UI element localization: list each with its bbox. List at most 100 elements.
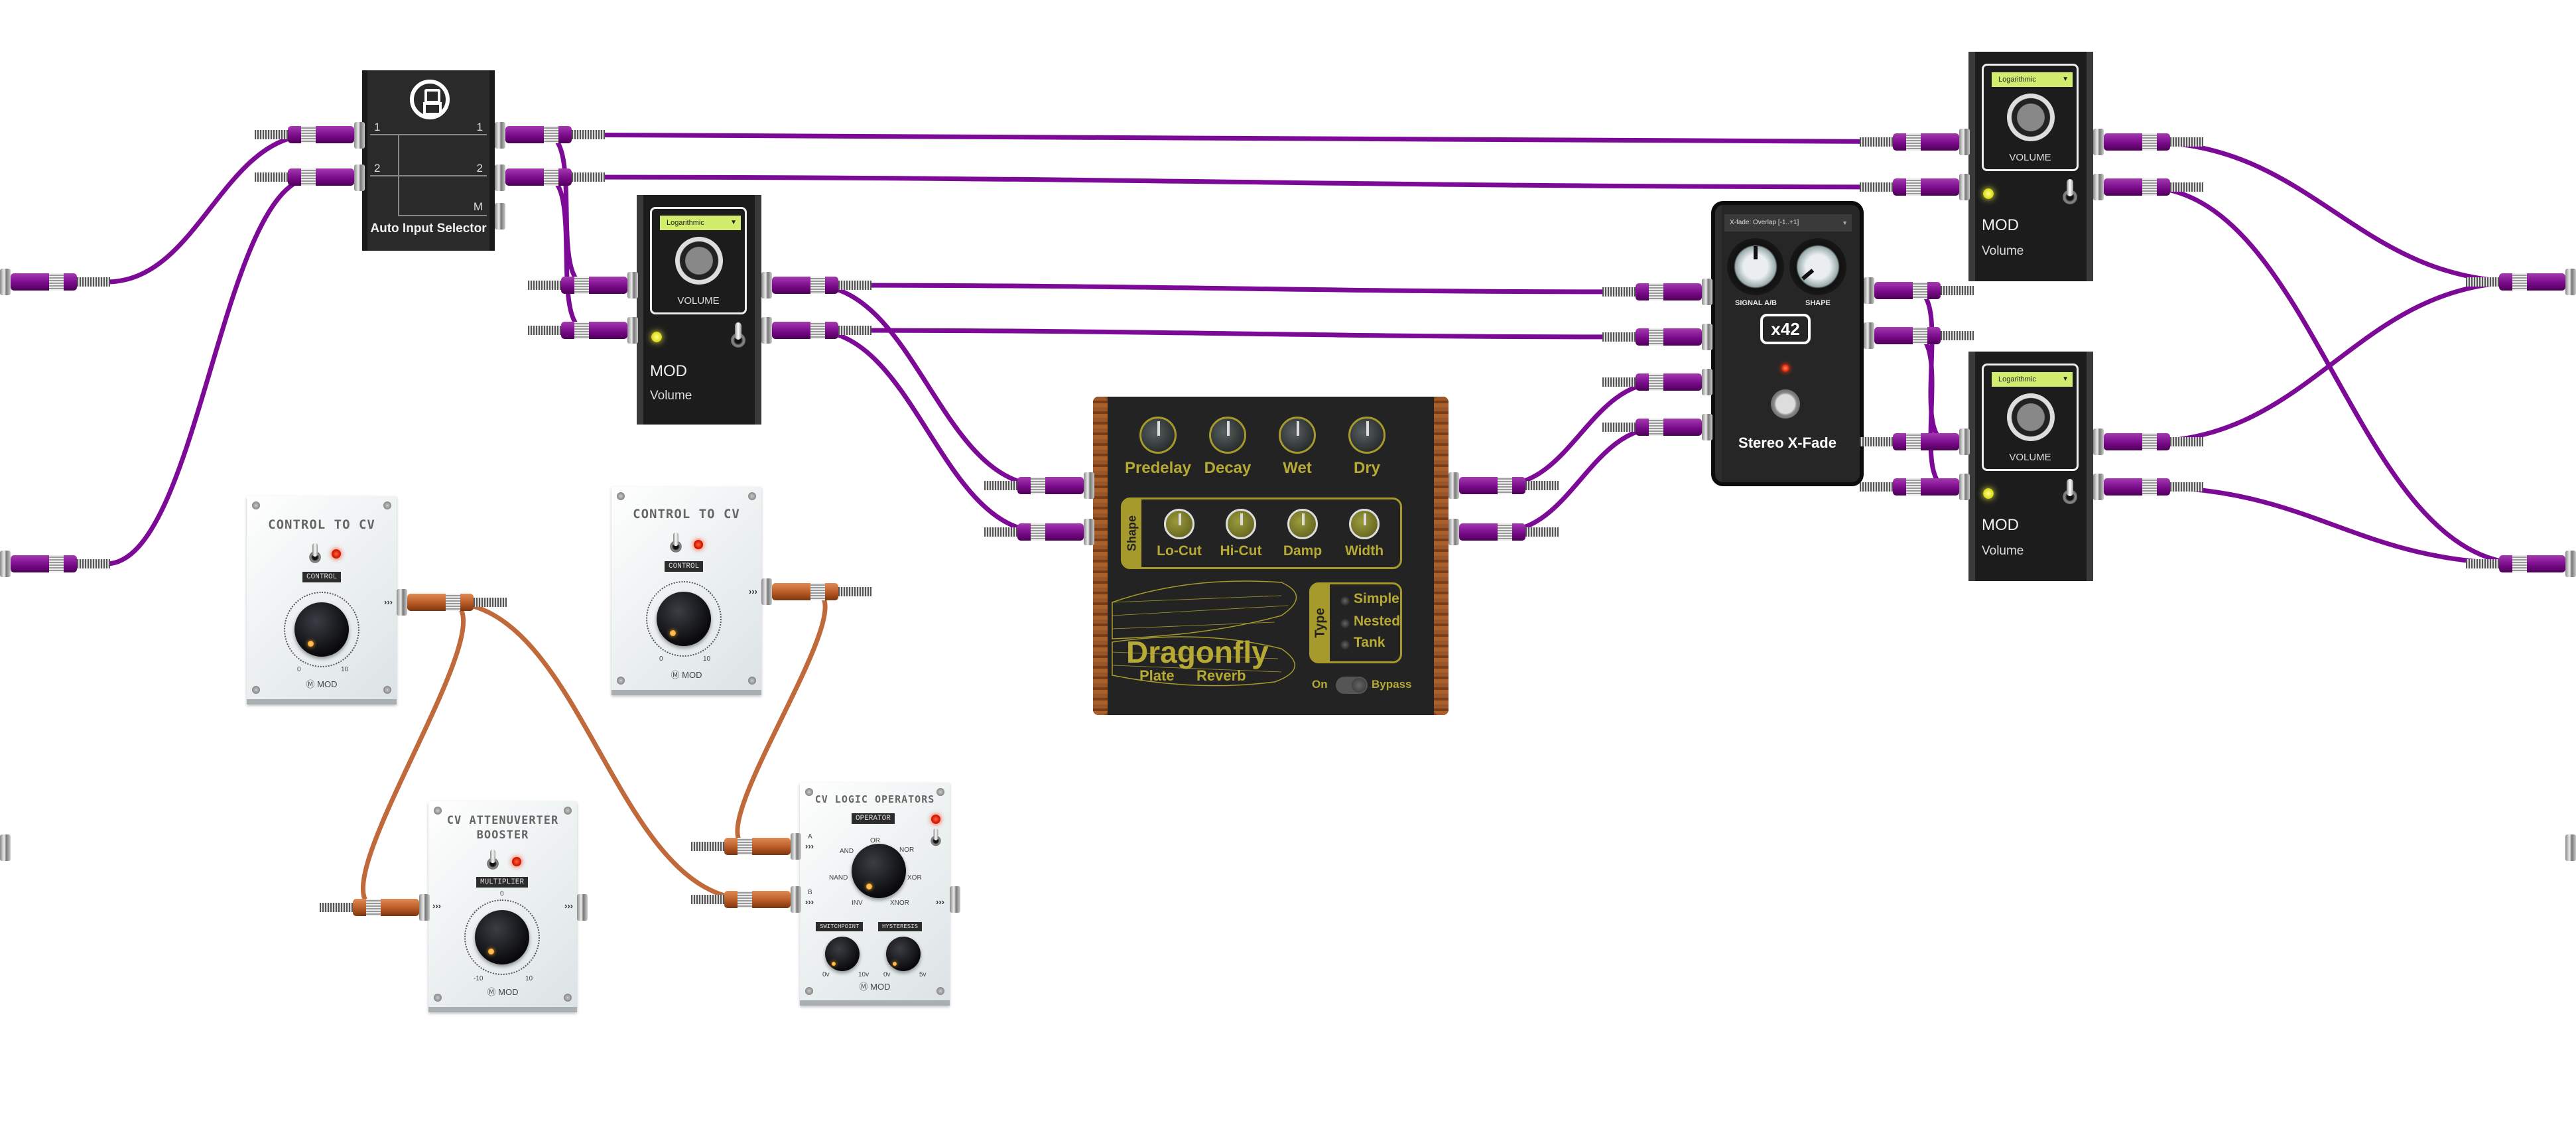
curve-select[interactable]: Logarithmic ▼ bbox=[1992, 372, 2073, 387]
audio-cable-plug[interactable] bbox=[1602, 373, 1702, 391]
audio-cable-plug[interactable] bbox=[1860, 133, 1959, 151]
audio-cable-plug[interactable] bbox=[1602, 328, 1702, 346]
auto-input-selector-pedal[interactable]: 1 1 2 2 M Auto Input Selector bbox=[362, 70, 495, 251]
mod-volume-pedal-3[interactable]: Logarithmic ▼ VOLUME MOD Volume bbox=[1968, 352, 2093, 581]
cable-vol1-out2-to-reverb-in2[interactable] bbox=[809, 328, 1047, 535]
lo-cut-knob[interactable] bbox=[1164, 509, 1194, 539]
cable-vol2-out2-to-playback2[interactable] bbox=[2141, 184, 2528, 566]
audio-cable-plug[interactable] bbox=[1459, 477, 1559, 494]
switchpoint-knob[interactable] bbox=[825, 937, 860, 971]
audio-cable-plug[interactable] bbox=[772, 277, 871, 294]
width-knob[interactable] bbox=[1349, 509, 1380, 539]
audio-cable-plug[interactable] bbox=[2104, 433, 2203, 450]
audio-cable-plug[interactable] bbox=[2104, 478, 2203, 496]
audio-cable-plug[interactable] bbox=[2104, 178, 2203, 196]
type-simple-radio[interactable] bbox=[1340, 596, 1350, 606]
reverb-in-1-jack[interactable] bbox=[1084, 472, 1094, 499]
vol2-in-2-jack[interactable] bbox=[1959, 174, 1970, 200]
audio-cable-plug[interactable] bbox=[1602, 419, 1702, 436]
logic-out-jack[interactable] bbox=[950, 886, 960, 913]
cable-capture1-to-ais1[interactable] bbox=[103, 132, 317, 285]
bypass-toggle[interactable] bbox=[669, 532, 683, 555]
cable-vol1-out1-to-xfade-a1[interactable] bbox=[809, 283, 1665, 295]
audio-cable-plug[interactable] bbox=[2466, 555, 2565, 572]
xfade-in-b1-jack[interactable] bbox=[1702, 369, 1712, 395]
bypass-toggle[interactable] bbox=[486, 849, 500, 872]
xfade-in-a1-jack[interactable] bbox=[1702, 279, 1712, 305]
xfade-in-b2-jack[interactable] bbox=[1702, 414, 1712, 440]
control-knob[interactable] bbox=[294, 602, 349, 657]
audio-cable-plug[interactable] bbox=[11, 273, 110, 291]
dry-knob[interactable] bbox=[1348, 417, 1385, 454]
cable-vol3-out2-to-playback2[interactable] bbox=[2141, 484, 2528, 566]
type-nested-radio[interactable] bbox=[1340, 619, 1350, 628]
audio-cable-plug[interactable] bbox=[1874, 327, 1974, 344]
ais-mode-jack[interactable] bbox=[495, 203, 505, 230]
audio-cable-plug[interactable] bbox=[1860, 478, 1959, 496]
xfade-out-1-jack[interactable] bbox=[1864, 277, 1874, 304]
control-to-cv-pedal-1[interactable]: CONTROL TO CV CONTROL 0 10 ››› Ⓜ MOD bbox=[247, 496, 397, 704]
cv-cable-plug[interactable] bbox=[691, 891, 791, 908]
audio-cable-plug[interactable] bbox=[528, 322, 627, 339]
xfade-in-a2-jack[interactable] bbox=[1702, 324, 1712, 350]
ais-out-2-jack[interactable] bbox=[495, 165, 505, 191]
damp-knob[interactable] bbox=[1287, 509, 1318, 539]
vol1-in-1-jack[interactable] bbox=[627, 272, 638, 298]
wet-knob[interactable] bbox=[1279, 417, 1316, 454]
atten-out-jack[interactable] bbox=[577, 894, 588, 921]
audio-cable-plug[interactable] bbox=[255, 168, 354, 186]
vol1-out-1-jack[interactable] bbox=[761, 272, 772, 298]
footswitch[interactable] bbox=[1771, 389, 1800, 419]
atten-in-jack[interactable] bbox=[419, 894, 430, 921]
cv-attenuverter-booster-pedal[interactable]: CV ATTENUVERTER BOOSTER MULTIPLIER 0 -10… bbox=[428, 801, 577, 1012]
audio-cable-plug[interactable] bbox=[2466, 273, 2565, 291]
curve-select[interactable]: Logarithmic ▼ bbox=[1992, 72, 2073, 87]
audio-cable-plug[interactable] bbox=[1602, 283, 1702, 300]
bypass-toggle[interactable] bbox=[2061, 479, 2079, 508]
cable-ais2-to-vol2-in2[interactable] bbox=[543, 174, 1951, 190]
dragonfly-plate-reverb-pedal[interactable]: Predelay Decay Wet Dry Shape Lo-Cut Hi-C… bbox=[1093, 397, 1449, 715]
cv-logic-operators-pedal[interactable]: CV LOGIC OPERATORS OPERATOR A ››› B ››› … bbox=[800, 783, 950, 1006]
vol3-out-2-jack[interactable] bbox=[2093, 474, 2104, 500]
bypass-toggle[interactable] bbox=[930, 828, 942, 849]
volume-knob[interactable] bbox=[675, 237, 723, 285]
reverb-in-2-jack[interactable] bbox=[1084, 519, 1094, 545]
audio-cable-plug[interactable] bbox=[11, 555, 110, 572]
ais-in-2-jack[interactable] bbox=[354, 165, 365, 191]
control-to-cv-pedal-2[interactable]: CONTROL TO CV CONTROL 0 10 ››› Ⓜ MOD bbox=[612, 487, 761, 695]
audio-cable-plug[interactable] bbox=[984, 477, 1084, 494]
cv-cable-plug[interactable] bbox=[407, 594, 507, 611]
audio-cable-plug[interactable] bbox=[255, 126, 354, 143]
audio-cable-plug[interactable] bbox=[505, 168, 605, 186]
cable-xfade-out2-to-vol3-in2[interactable] bbox=[1911, 333, 1951, 490]
vol1-in-2-jack[interactable] bbox=[627, 317, 638, 344]
curve-select[interactable]: Logarithmic ▼ bbox=[660, 216, 741, 230]
volume-knob[interactable] bbox=[2007, 94, 2055, 141]
cable-vol2-out1-to-playback1[interactable] bbox=[2141, 139, 2528, 285]
multiplier-knob[interactable] bbox=[475, 910, 529, 964]
audio-cable-plug[interactable] bbox=[1860, 178, 1959, 196]
mod-volume-pedal-1[interactable]: Logarithmic ▼ VOLUME MOD Volume bbox=[637, 195, 761, 425]
volume-knob[interactable] bbox=[2007, 393, 2055, 441]
vol1-out-2-jack[interactable] bbox=[761, 317, 772, 344]
control-knob[interactable] bbox=[657, 592, 711, 646]
predelay-knob[interactable] bbox=[1139, 417, 1177, 454]
audio-cable-plug[interactable] bbox=[2104, 133, 2203, 151]
decay-knob[interactable] bbox=[1209, 417, 1246, 454]
bypass-toggle[interactable] bbox=[730, 322, 747, 352]
operator-knob[interactable] bbox=[852, 844, 906, 898]
bypass-toggle[interactable] bbox=[2061, 179, 2079, 208]
cv-cable-plug[interactable] bbox=[320, 899, 419, 916]
audio-cable-plug[interactable] bbox=[1874, 282, 1974, 299]
ctcv1-out-jack[interactable] bbox=[397, 589, 407, 616]
cv-cable-plug[interactable] bbox=[772, 583, 871, 600]
cable-vol1-out2-to-xfade-a2[interactable] bbox=[809, 328, 1665, 340]
ctcv2-out-jack[interactable] bbox=[761, 578, 772, 605]
bypass-switch[interactable] bbox=[1336, 677, 1368, 694]
type-tank-radio[interactable] bbox=[1340, 640, 1350, 649]
vol3-in-1-jack[interactable] bbox=[1959, 429, 1970, 455]
system-capture-1-jack[interactable] bbox=[0, 269, 11, 295]
system-playback-2-jack[interactable] bbox=[2565, 551, 2576, 577]
audio-cable-plug[interactable] bbox=[528, 277, 627, 294]
cable-vol3-out1-to-playback1[interactable] bbox=[2141, 279, 2528, 444]
